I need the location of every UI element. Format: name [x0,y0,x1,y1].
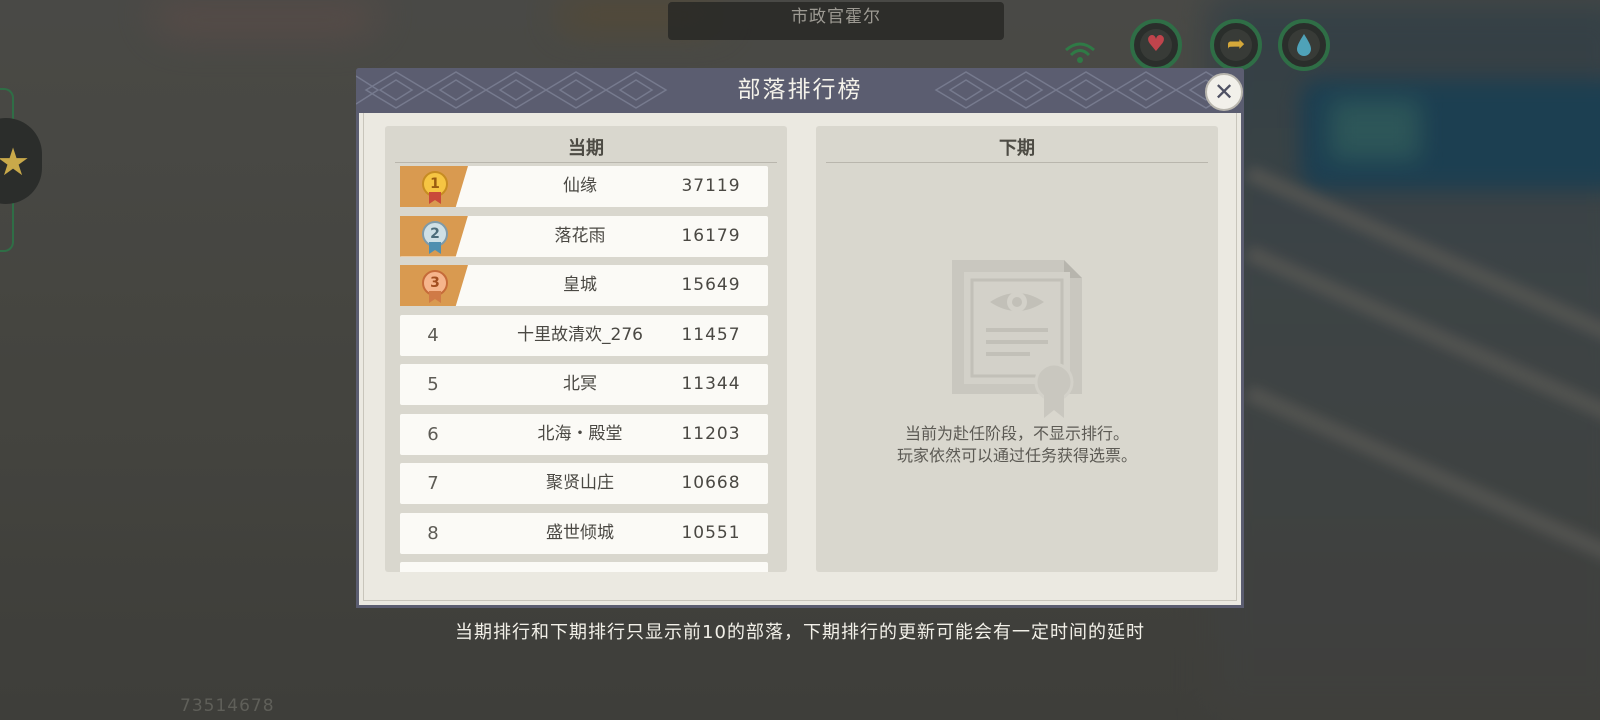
next-period-message: 当前为赴任阶段，不显示排行。 玩家依然可以通过任务获得选票。 [896,424,1137,465]
table-row[interactable]: 2 落花雨 16179 [400,215,768,257]
tribe-score: 37119 [681,176,741,196]
tribe-score: 11457 [681,324,741,345]
tribe-name: 聚贤山庄 [546,473,614,493]
action-button[interactable]: ➦ [1210,19,1262,71]
tribe-score: 15649 [681,275,741,295]
tribe-name: 十里故清欢_276 [517,324,643,345]
table-row[interactable]: 7 聚贤山庄 10668 [400,463,768,504]
table-row[interactable]: 4 十里故清欢_276 11457 [400,314,768,356]
table-row[interactable]: 3 皇城 15649 [400,265,768,306]
tribe-name: 北海・殿堂 [537,423,623,444]
rank-number: 5 [427,374,439,395]
tribe-name: 北冥 [563,374,597,394]
tribe-name: 仙缘 [563,176,597,196]
current-period-title: 当期 [568,138,604,159]
rank-number: 6 [427,423,439,445]
npc-name-label: 市政官霍尔 [668,2,1004,40]
rank-number: 7 [427,473,439,494]
tribe-score: 11344 [681,374,741,394]
footer-note: 当期排行和下期排行只显示前10的部落，下期排行的更新可能会有一定时间的延时 [455,622,1145,643]
table-row[interactable]: 8 盛世倾城 10551 [400,512,768,554]
table-row[interactable]: 1 仙缘 37119 [400,166,768,207]
tribe-name: 盛世倾城 [546,522,614,543]
health-button[interactable]: ♥ [1130,19,1182,71]
close-icon: ✕ [1213,78,1235,106]
arrow-icon: ➦ [1226,32,1246,57]
table-row[interactable]: 5 北冥 11344 [400,364,768,405]
ranking-list[interactable]: 1 仙缘 37119 2 落花雨 16179 3 皇城 15649 4 十里故清… [400,166,768,572]
tribe-name: 落花雨 [554,225,606,246]
rank-number: 4 [427,324,439,346]
player-uid: 73514678 [180,696,275,716]
tribe-score: 10668 [681,473,741,493]
wifi-icon [1062,36,1098,66]
tribe-score: 16179 [681,225,741,246]
next-period-title: 下期 [999,138,1035,159]
tribe-score: 11203 [681,423,741,444]
heart-icon: ♥ [1146,32,1166,57]
next-period-panel: 下期 当前为赴任阶段，不显示排行。 玩家依然可以通过任务获得选票。 [816,126,1218,572]
table-row[interactable] [400,562,768,572]
water-drop-icon [1282,23,1326,67]
certificate-icon [946,254,1088,420]
tribe-score: 10551 [681,522,741,543]
current-period-panel[interactable]: 当期 1 仙缘 37119 2 落花雨 16179 3 皇城 15649 4 十… [385,126,787,572]
modal-header: 部落排行榜 [356,68,1244,113]
modal-title: 部落排行榜 [737,77,863,103]
table-row[interactable]: 6 北海・殿堂 11203 [400,413,768,455]
water-button[interactable] [1278,19,1330,71]
star-icon: ★ [0,140,31,184]
tribe-name: 皇城 [563,275,597,295]
close-button[interactable]: ✕ [1205,73,1243,111]
rank-number: 8 [427,522,439,544]
